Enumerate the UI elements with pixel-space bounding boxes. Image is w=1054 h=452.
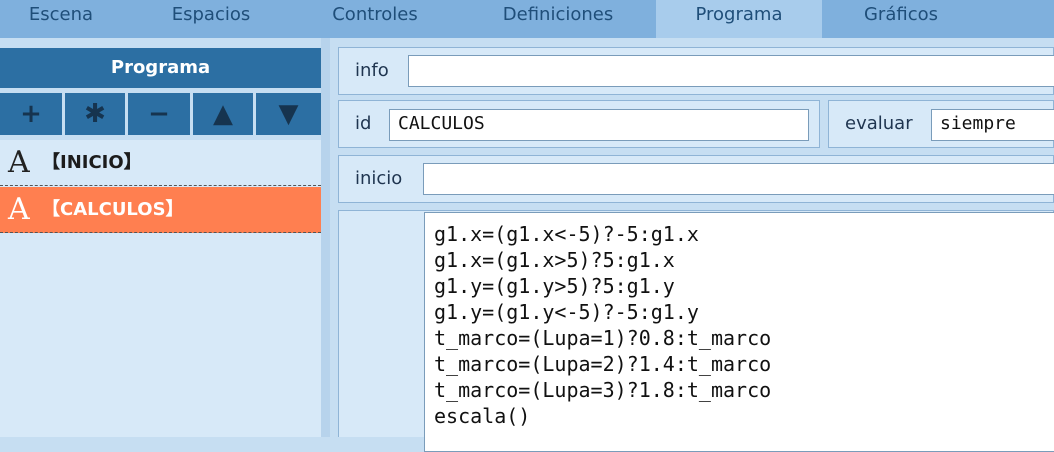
tab-bar: Escena Espacios Controles Definiciones P… [0,0,1054,38]
algorithm-icon: A [8,192,30,227]
evaluar-select[interactable]: siempre [931,109,1054,141]
evaluar-row: evaluar siempre [828,100,1054,148]
list-item-inicio[interactable]: A 【INICIO】 [0,140,321,186]
move-up-button[interactable]: ▲ [193,93,253,135]
duplicate-button[interactable]: ✱ [65,93,125,135]
inicio-input[interactable] [423,163,1054,195]
tab-programa[interactable]: Programa [656,0,822,38]
code-line: g1.y=(g1.y>5)?5:g1.y [434,274,675,298]
id-row: id CALCULOS [338,100,820,148]
id-input[interactable]: CALCULOS [389,109,809,141]
code-line: escala() [434,404,531,428]
panel-splitter[interactable] [321,38,330,437]
id-label: id [355,113,372,134]
inicio-label: inicio [355,168,403,189]
code-line: t_marco=(Lupa=3)?1.8:t_marco [434,378,772,402]
tab-espacios[interactable]: Espacios [148,0,274,38]
tab-graficos[interactable]: Gráficos [838,0,964,38]
list-item-label: 【INICIO】 [42,152,142,173]
info-input[interactable] [408,55,1054,87]
list-item-label: 【CALCULOS】 [42,199,184,220]
tab-controles[interactable]: Controles [308,0,442,38]
info-row: info [338,47,1054,95]
list-toolbar: + ✱ − ▲ ▼ [0,93,321,135]
code-line: g1.y=(g1.y<-5)?-5:g1.y [434,300,699,324]
code-line: t_marco=(Lupa=1)?0.8:t_marco [434,326,772,350]
program-list: A 【INICIO】 A 【CALCULOS】 [0,140,321,437]
panel-title: Programa [0,48,321,88]
add-button[interactable]: + [0,93,62,135]
code-line: g1.x=(g1.x>5)?5:g1.x [434,248,675,272]
code-line: g1.x=(g1.x<-5)?-5:g1.x [434,222,699,246]
move-down-button[interactable]: ▼ [256,93,321,135]
program-list-panel: Programa + ✱ − ▲ ▼ A 【INICIO】 A 【CALCULO… [0,38,330,437]
inicio-row: inicio [338,155,1054,203]
evaluar-label: evaluar [845,113,913,134]
tab-escena[interactable]: Escena [0,0,122,38]
tab-definiciones[interactable]: Definiciones [480,0,636,38]
code-editor[interactable]: g1.x=(g1.x<-5)?-5:g1.x g1.x=(g1.x>5)?5:g… [424,212,1054,452]
algorithm-icon: A [8,145,30,180]
code-line: t_marco=(Lupa=2)?1.4:t_marco [434,352,772,376]
remove-button[interactable]: − [128,93,190,135]
list-item-calculos[interactable]: A 【CALCULOS】 [0,187,321,233]
info-label: info [355,60,389,81]
